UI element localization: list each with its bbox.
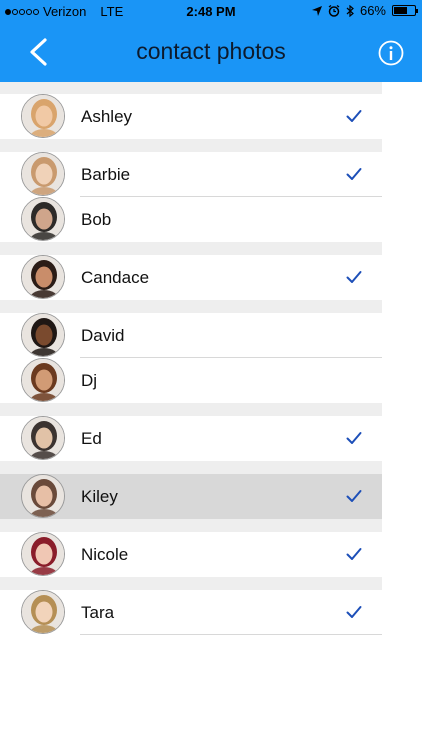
contact-avatar [21, 590, 65, 634]
contact-row[interactable]: David [0, 313, 382, 358]
contact-name: Barbie [81, 165, 131, 184]
section-separator [0, 139, 382, 152]
contact-row[interactable]: Ed [0, 416, 382, 461]
section-separator [0, 461, 382, 474]
contact-row[interactable]: Kiley [0, 474, 382, 519]
row-divider [80, 634, 382, 635]
contact-avatar [21, 94, 65, 138]
contact-name: Bob [81, 210, 112, 229]
location-arrow-icon [311, 5, 322, 16]
section-separator [0, 519, 382, 532]
bluetooth-icon [346, 4, 354, 17]
contact-avatar [21, 313, 65, 357]
contact-name: Nicole [81, 545, 129, 564]
checkmark-icon [346, 606, 362, 618]
contact-name: Kiley [81, 487, 118, 506]
section-separator [0, 242, 382, 255]
header: Verizon LTE 2:48 PM 66% contact photos [0, 0, 422, 82]
contact-list: Ashley Barbie Bob Candace David Dj Ed Kiley Nico… [0, 82, 382, 635]
contact-avatar [21, 474, 65, 518]
section-separator [0, 82, 382, 94]
contact-row[interactable]: Tara [0, 590, 382, 635]
contact-row[interactable]: Barbie [0, 152, 382, 197]
info-icon [378, 40, 404, 66]
contact-avatar [21, 255, 65, 299]
contact-name: David [81, 326, 125, 345]
contact-name: Dj [81, 371, 98, 390]
section-separator [0, 403, 382, 416]
contact-avatar [21, 416, 65, 460]
contact-name: Tara [81, 603, 115, 622]
checkmark-icon [346, 490, 362, 502]
section-separator [0, 577, 382, 590]
section-separator [0, 300, 382, 313]
alarm-clock-icon [328, 4, 340, 17]
checkmark-icon [346, 548, 362, 560]
contact-avatar [21, 532, 65, 576]
contact-name: Ed [81, 429, 102, 448]
battery-percent: 66% [359, 3, 386, 18]
checkmark-icon [346, 168, 362, 180]
nav-bar: contact photos [0, 22, 422, 82]
contact-row[interactable]: Bob [0, 197, 382, 242]
page-title: contact photos [136, 38, 286, 64]
contact-avatar [21, 197, 65, 241]
contact-avatar [21, 152, 65, 196]
contact-avatar [21, 358, 65, 402]
checkmark-icon [346, 271, 362, 283]
status-bar: Verizon LTE 2:48 PM 66% [0, 0, 422, 22]
checkmark-icon [346, 110, 362, 122]
checkmark-icon [346, 432, 362, 444]
contact-name: Ashley [81, 107, 133, 126]
info-button[interactable] [378, 40, 404, 66]
contact-row[interactable]: Ashley [0, 94, 382, 139]
contact-name: Candace [81, 268, 150, 287]
contact-row[interactable]: Candace [0, 255, 382, 300]
status-right: 66% [311, 3, 418, 18]
battery-icon [392, 5, 418, 16]
contact-row[interactable]: Dj [0, 358, 382, 403]
contact-row[interactable]: Nicole [0, 532, 382, 577]
